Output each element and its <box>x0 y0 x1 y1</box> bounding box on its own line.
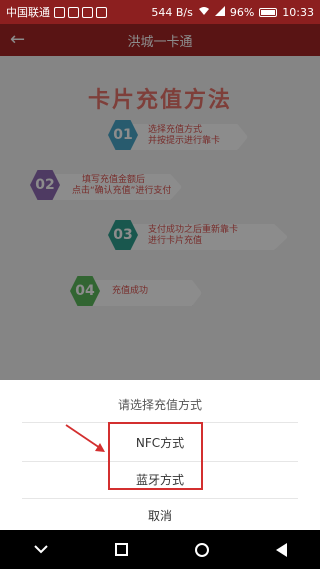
wifi-icon <box>198 6 210 19</box>
signal-icon <box>214 5 225 19</box>
network-speed: 544 B/s <box>151 5 193 19</box>
sheet-title: 请选择充值方式 <box>117 398 202 412</box>
carrier-label: 中国联通 <box>6 6 50 19</box>
home-icon[interactable] <box>194 542 209 557</box>
battery-icon <box>259 7 278 17</box>
status-bar: 中国联通 544 B/s 96% 10:33 <box>0 0 320 24</box>
hide-keyboard-icon[interactable] <box>33 542 48 558</box>
system-nav-bar <box>0 530 320 569</box>
divider <box>22 498 298 499</box>
notification-icon <box>82 6 93 18</box>
clock: 10:33 <box>282 5 314 19</box>
battery-percent: 96% <box>229 5 255 19</box>
notification-icon <box>68 6 79 18</box>
notification-icon <box>54 6 65 18</box>
cancel-button[interactable]: 取消 <box>0 507 320 524</box>
recharge-method-sheet: 请选择充值方式 NFC方式 蓝牙方式 取消 <box>0 380 320 530</box>
recent-apps-icon[interactable] <box>114 543 128 556</box>
back-icon[interactable] <box>275 542 287 557</box>
highlight-box <box>108 422 203 490</box>
notification-icons <box>54 6 107 18</box>
notification-icon <box>96 6 107 18</box>
modal-backdrop[interactable] <box>0 24 320 380</box>
